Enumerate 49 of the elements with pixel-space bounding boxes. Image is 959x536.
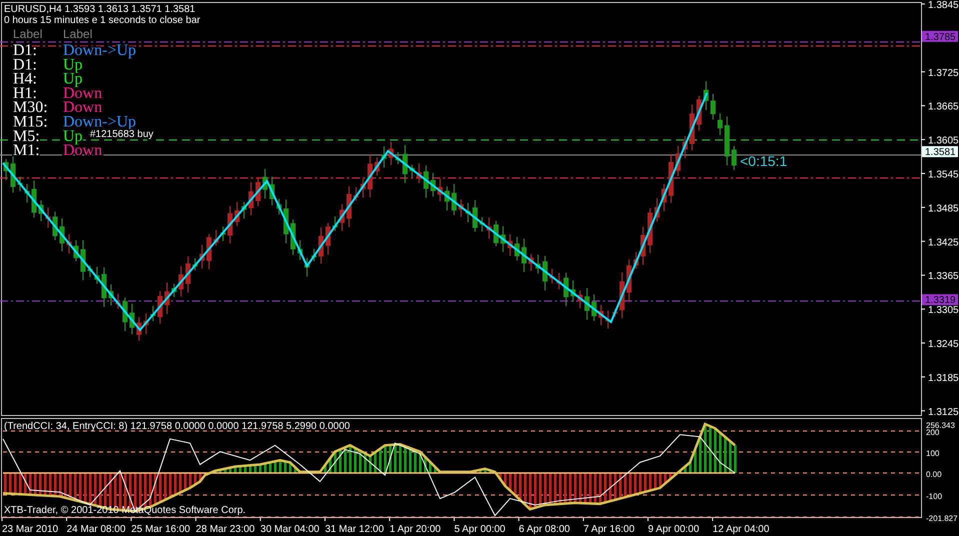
- time-tick-label: 25 Mar 16:00: [131, 524, 190, 535]
- time-tick-label: 7 Apr 16:00: [583, 524, 635, 535]
- trend-value: Down->Up: [63, 114, 136, 130]
- price-marker: 1.3319: [922, 294, 958, 306]
- time-tick-label: 30 Mar 04:00: [260, 524, 320, 535]
- label-text: Label: [13, 27, 42, 41]
- timeframe-label: M15:: [13, 114, 48, 130]
- trend-value: Down: [63, 99, 102, 116]
- time-tick-label: 5 Apr 00:00: [454, 524, 506, 535]
- copyright-text: XTB-Trader, © 2001-2010 MetaQuotes Software Corp.: [4, 505, 246, 516]
- time-tick-label: 12 Apr 04:00: [712, 524, 770, 535]
- time-tick-label: 24 Mar 08:00: [66, 524, 126, 535]
- indicator-tick-label: -100: [926, 492, 942, 501]
- price-tick-label: 1.3365: [928, 271, 959, 282]
- price-marker: 1.3785: [922, 30, 958, 43]
- price-tick-label: 1.3185: [928, 372, 959, 384]
- bar-timer: <0:15:1: [740, 153, 788, 169]
- indicator-tick-label: 256.343: [926, 421, 955, 430]
- price-tick-label: 1.3725: [928, 68, 959, 79]
- trend-value: Down->Up: [63, 42, 136, 59]
- timeframe-label: D1:: [13, 42, 37, 59]
- price-marker: 1.3581: [922, 146, 958, 158]
- price-tick-label: 1.3245: [928, 339, 959, 350]
- time-tick-label: 9 Apr 00:00: [648, 524, 700, 535]
- bar-countdown: 0 hours 15 minutes e 1 seconds to close bar: [4, 15, 200, 26]
- price-tick-label: 1.3425: [928, 237, 959, 248]
- price-tick-label: 1.3545: [928, 170, 959, 180]
- indicator-tick-label: 200: [926, 428, 940, 437]
- time-tick-label: 28 Mar 23:00: [196, 524, 255, 535]
- price-tick-label: 1.3665: [928, 102, 959, 113]
- time-tick-label: 1 Apr 20:00: [390, 524, 441, 535]
- indicator-tick-label: 100: [926, 449, 940, 458]
- indicator-title: (TrendCCI: 34, EntryCCI: 8) 121.9758 0.0000 0.0000 121.9758 5.2990 0.0000: [4, 421, 350, 432]
- time-tick-label: 6 Apr 08:00: [518, 524, 570, 535]
- timeframe-label: D1:: [13, 56, 37, 74]
- time-tick-label: 31 Mar 12:00: [325, 524, 384, 535]
- order-label: #1215683 buy: [90, 129, 154, 140]
- label-text: Label: [63, 27, 92, 41]
- timeframe-label: M30:: [13, 99, 48, 116]
- indicator-tick-label: 0.00: [926, 470, 942, 479]
- indicator-tick-label: -201.827: [926, 514, 958, 523]
- price-tick-label: 1.3305: [928, 305, 959, 316]
- time-tick-label: 23 Mar 2010: [2, 524, 58, 535]
- trend-value: Up: [63, 56, 83, 74]
- price-tick-label: 1.3845: [928, 0, 959, 11]
- price-tick-label: 1.3125: [928, 406, 959, 418]
- price-tick-label: 1.3485: [928, 203, 959, 214]
- symbol-quote: EURUSD,H4 1.3593 1.3613 1.3571 1.3581: [4, 4, 196, 15]
- price-tick-label: 1.3605: [928, 136, 959, 147]
